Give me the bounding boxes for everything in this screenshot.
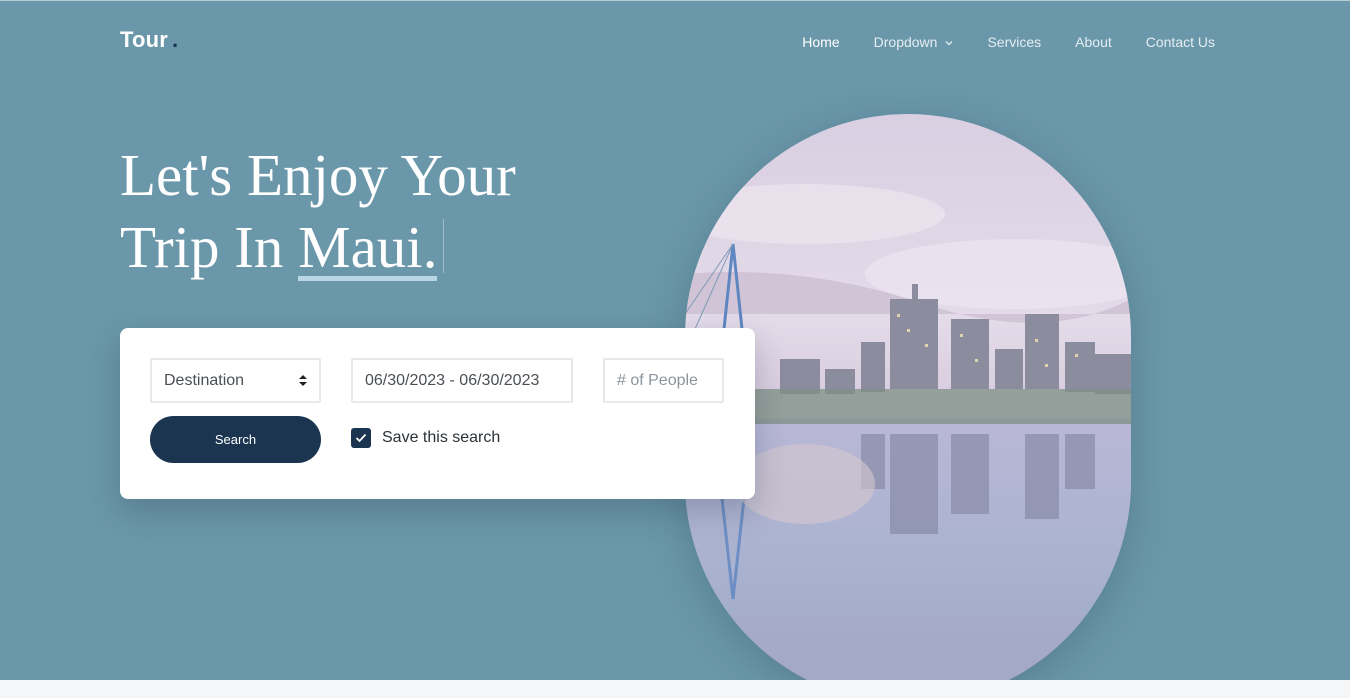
nav-item-dropdown[interactable]: Dropdown bbox=[874, 34, 954, 50]
date-range-value: 06/30/2023 - 06/30/2023 bbox=[365, 371, 540, 389]
nav-label-home: Home bbox=[802, 34, 840, 50]
search-card: Destination 06/30/2023 - 06/30/2023 # of… bbox=[120, 328, 755, 499]
search-button[interactable]: Search bbox=[150, 416, 321, 463]
save-search-label: Save this search bbox=[382, 429, 501, 446]
people-input[interactable]: # of People bbox=[603, 358, 724, 403]
nav-label-about: About bbox=[1075, 34, 1112, 50]
nav-item-home[interactable]: Home bbox=[802, 34, 839, 50]
hero-headline: Let's Enjoy Your Trip In Maui. bbox=[120, 139, 516, 283]
destination-select[interactable]: Destination bbox=[150, 358, 321, 403]
headline-line-2: Trip In Maui. bbox=[120, 211, 516, 283]
people-placeholder: # of People bbox=[617, 371, 698, 389]
main-nav: Home Dropdown Services About Contact Us bbox=[768, 34, 1215, 50]
brand-name: Tour bbox=[120, 27, 169, 52]
headline-prefix: Trip In bbox=[120, 214, 299, 280]
sort-arrows-icon bbox=[299, 375, 307, 386]
nav-label-services: Services bbox=[987, 34, 1042, 50]
save-search-checkbox[interactable]: Save this search bbox=[351, 428, 500, 448]
headline-line-1: Let's Enjoy Your bbox=[120, 142, 516, 208]
brand-logo[interactable]: Tour. bbox=[120, 27, 178, 53]
destination-value: Destination bbox=[164, 371, 245, 389]
date-range-input[interactable]: 06/30/2023 - 06/30/2023 bbox=[351, 358, 573, 403]
brand-dot: . bbox=[172, 27, 179, 52]
check-icon[interactable] bbox=[351, 428, 371, 448]
nav-item-contact[interactable]: Contact Us bbox=[1146, 34, 1215, 50]
nav-label-dropdown: Dropdown bbox=[873, 34, 938, 50]
nav-item-about[interactable]: About bbox=[1075, 34, 1112, 50]
nav-label-contact: Contact Us bbox=[1145, 34, 1215, 50]
bottom-strip bbox=[0, 680, 1350, 698]
chevron-down-icon bbox=[945, 38, 953, 49]
typing-cursor bbox=[443, 219, 445, 273]
nav-item-services[interactable]: Services bbox=[987, 34, 1041, 50]
headline-place: Maui. bbox=[298, 214, 438, 281]
